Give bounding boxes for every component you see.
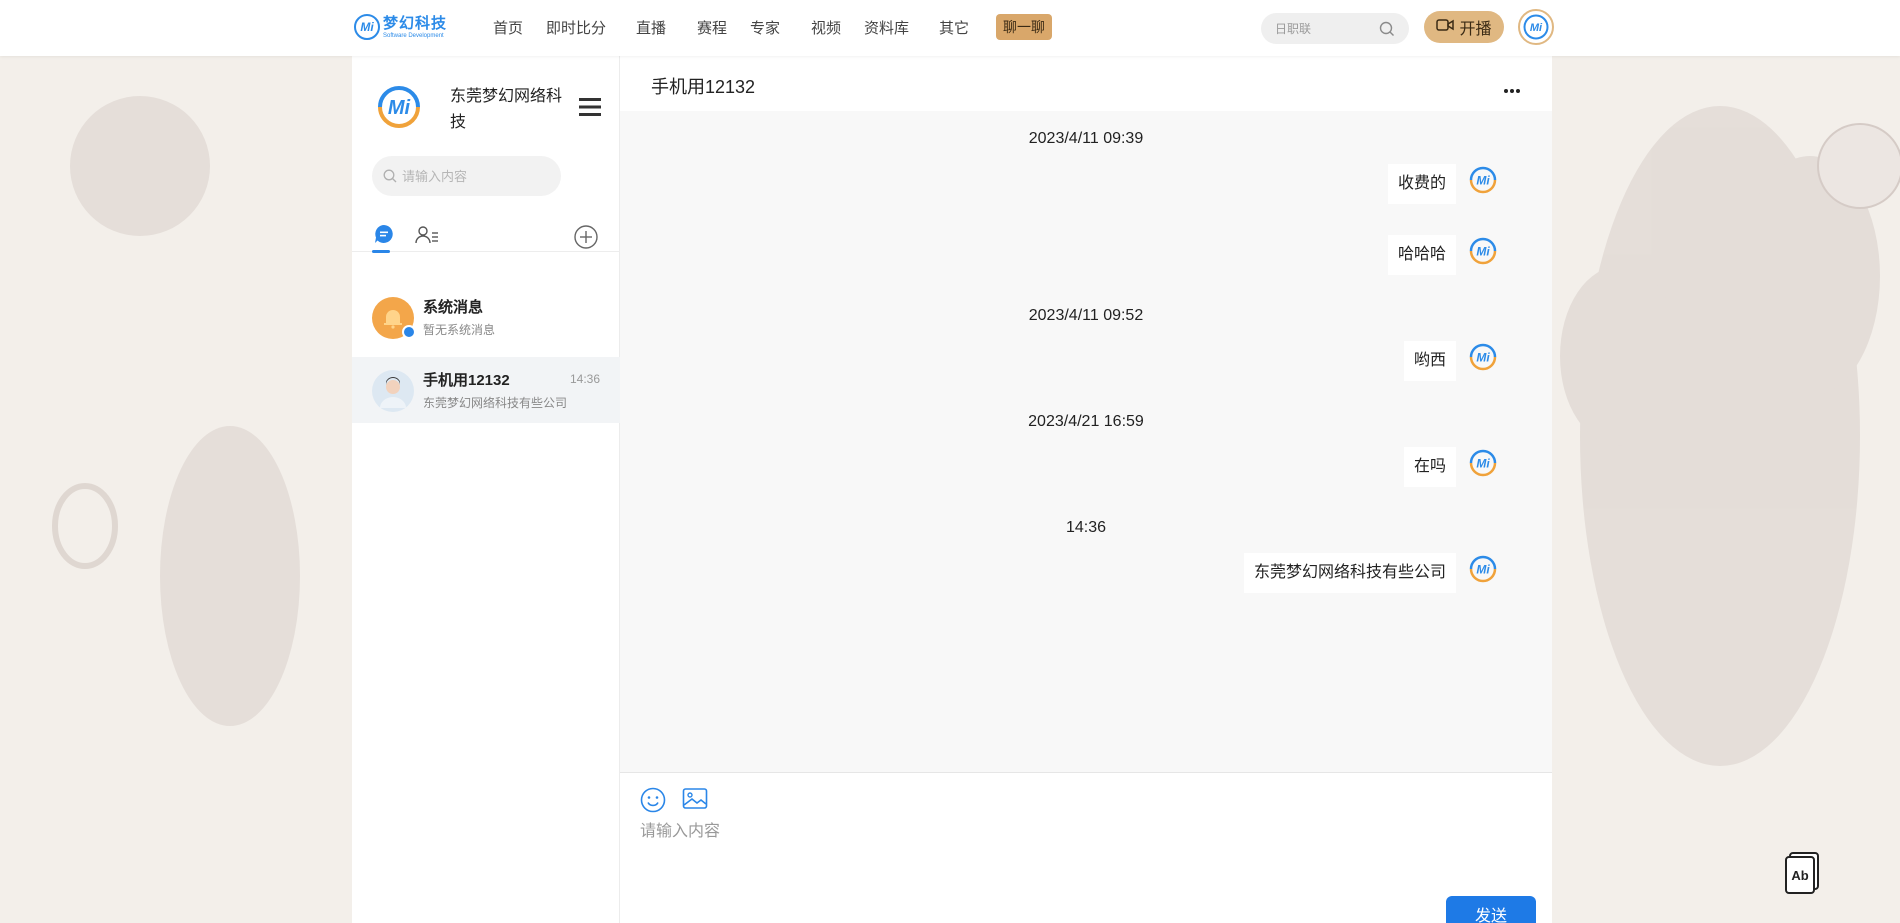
message-row: 收费的 Mi (1387, 164, 1498, 204)
nav-item-experts[interactable]: 专家 (750, 17, 780, 38)
message-row: 哟西 Mi (1403, 341, 1498, 381)
camera-icon (1436, 18, 1455, 37)
tab-messages[interactable] (372, 224, 394, 253)
user-avatar[interactable]: Mi (1518, 9, 1554, 45)
chat-app: Mi 东莞梦幻网络科技 请输入内容 系统消息 暂无系统消息 手机用12132 东… (352, 56, 1552, 923)
svg-text:Mi: Mi (1476, 457, 1490, 471)
mi-logo-icon: Mi (1469, 237, 1497, 265)
conversation-preview: 东莞梦幻网络科技有些公司 (423, 396, 568, 410)
chat-bubble-icon (375, 225, 393, 243)
verified-badge-icon (402, 325, 416, 339)
conversation-title: 系统消息 (423, 299, 484, 316)
sidebar-search-input[interactable] (402, 156, 552, 196)
add-conversation-icon[interactable] (574, 225, 598, 254)
translate-widget-icon[interactable]: Ab (1784, 852, 1820, 899)
nav-item-live[interactable]: 直播 (636, 17, 666, 38)
message-input[interactable] (640, 817, 1500, 867)
svg-text:Mi: Mi (1530, 22, 1543, 34)
chat-nav-button[interactable]: 聊一聊 (996, 14, 1052, 40)
svg-text:Ab: Ab (1791, 868, 1808, 883)
profile-avatar[interactable]: Mi (372, 80, 426, 134)
hamburger-menu-icon[interactable] (579, 97, 601, 122)
chat-panel: 手机用12132 2023/4/11 09:39 收费的 Mi 哈哈哈 Mi 2… (620, 56, 1552, 923)
more-options-icon[interactable] (1503, 81, 1521, 99)
svg-text:Mi: Mi (1476, 351, 1490, 365)
image-upload-icon[interactable] (682, 787, 708, 816)
conversation-preview: 暂无系统消息 (423, 323, 496, 337)
conversation-item-user[interactable]: 手机用12132 东莞梦幻网络科技有些公司 14:36 (352, 357, 620, 423)
sidebar-tabs (352, 224, 620, 254)
main-nav: 首页 即时比分 直播 赛程 专家 视频 资料库 其它 聊一聊 (0, 0, 1100, 56)
top-search-box (1261, 13, 1409, 44)
contact-avatar (372, 370, 414, 412)
sidebar-search-box (372, 156, 561, 196)
message-timestamp: 2023/4/21 16:59 (1028, 413, 1144, 430)
system-avatar (372, 297, 416, 339)
conversation-time: 14:36 (569, 372, 600, 386)
mi-logo-icon: Mi (1469, 555, 1497, 583)
nav-item-schedule[interactable]: 赛程 (697, 17, 727, 38)
go-live-label: 开播 (1459, 21, 1492, 38)
message-row: 在吗 Mi (1403, 447, 1498, 487)
person-avatar-icon (380, 377, 406, 408)
go-live-button[interactable]: 开播 (1424, 11, 1504, 43)
nav-item-live-score[interactable]: 即时比分 (546, 17, 606, 38)
nav-item-home[interactable]: 首页 (493, 17, 523, 38)
mi-logo-icon: Mi (1469, 343, 1497, 371)
conversation-item-system[interactable]: 系统消息 暂无系统消息 (352, 284, 620, 350)
svg-text:Mi: Mi (1476, 563, 1490, 577)
nav-item-other[interactable]: 其它 (939, 17, 969, 38)
mi-logo-icon: Mi (1469, 166, 1497, 194)
message-row: 东莞梦幻网络科技有些公司 Mi (1243, 553, 1498, 593)
mi-logo-icon: Mi (1523, 14, 1549, 40)
nav-item-database[interactable]: 资料库 (864, 17, 909, 38)
conversation-title: 手机用12132 (423, 372, 510, 389)
emoji-icon[interactable] (640, 787, 666, 818)
message-bubble: 东莞梦幻网络科技有些公司 (1243, 553, 1456, 593)
message-row: 哈哈哈 Mi (1387, 235, 1498, 275)
message-composer: 发送 (620, 772, 1552, 923)
message-timestamp: 2023/4/11 09:39 (1028, 130, 1144, 147)
conversation-sidebar: Mi 东莞梦幻网络科技 请输入内容 系统消息 暂无系统消息 手机用12132 东… (352, 56, 620, 923)
svg-text:Mi: Mi (1476, 174, 1490, 188)
svg-text:Mi: Mi (1476, 245, 1490, 259)
message-timestamp: 2023/4/11 09:52 (1028, 307, 1144, 324)
send-button[interactable]: 发送 (1446, 896, 1536, 923)
message-bubble: 哈哈哈 (1387, 235, 1456, 275)
active-tab-indicator (372, 250, 390, 253)
message-timestamp: 14:36 (1065, 519, 1107, 536)
contacts-icon (415, 226, 438, 244)
profile-header: Mi 东莞梦幻网络科技 (372, 80, 572, 136)
search-icon (383, 169, 397, 188)
message-bubble: 哟西 (1403, 341, 1456, 381)
svg-text:Mi: Mi (388, 97, 411, 119)
chat-header: 手机用12132 (620, 56, 1552, 111)
top-navigation-bar: Mi 梦幻科技 Software Development 首页 即时比分 直播 … (0, 0, 1900, 56)
message-bubble: 收费的 (1387, 164, 1456, 204)
chat-title: 手机用12132 (651, 77, 756, 97)
search-icon[interactable] (1379, 21, 1395, 42)
mi-logo-icon: Mi (1469, 449, 1497, 477)
nav-item-video[interactable]: 视频 (811, 17, 841, 38)
top-search-input[interactable] (1261, 13, 1381, 44)
profile-name: 东莞梦幻网络科技 (450, 88, 563, 131)
bell-icon (384, 310, 402, 329)
mi-logo-icon: Mi (378, 86, 420, 128)
message-bubble: 在吗 (1403, 447, 1456, 487)
tab-contacts[interactable] (415, 225, 439, 250)
